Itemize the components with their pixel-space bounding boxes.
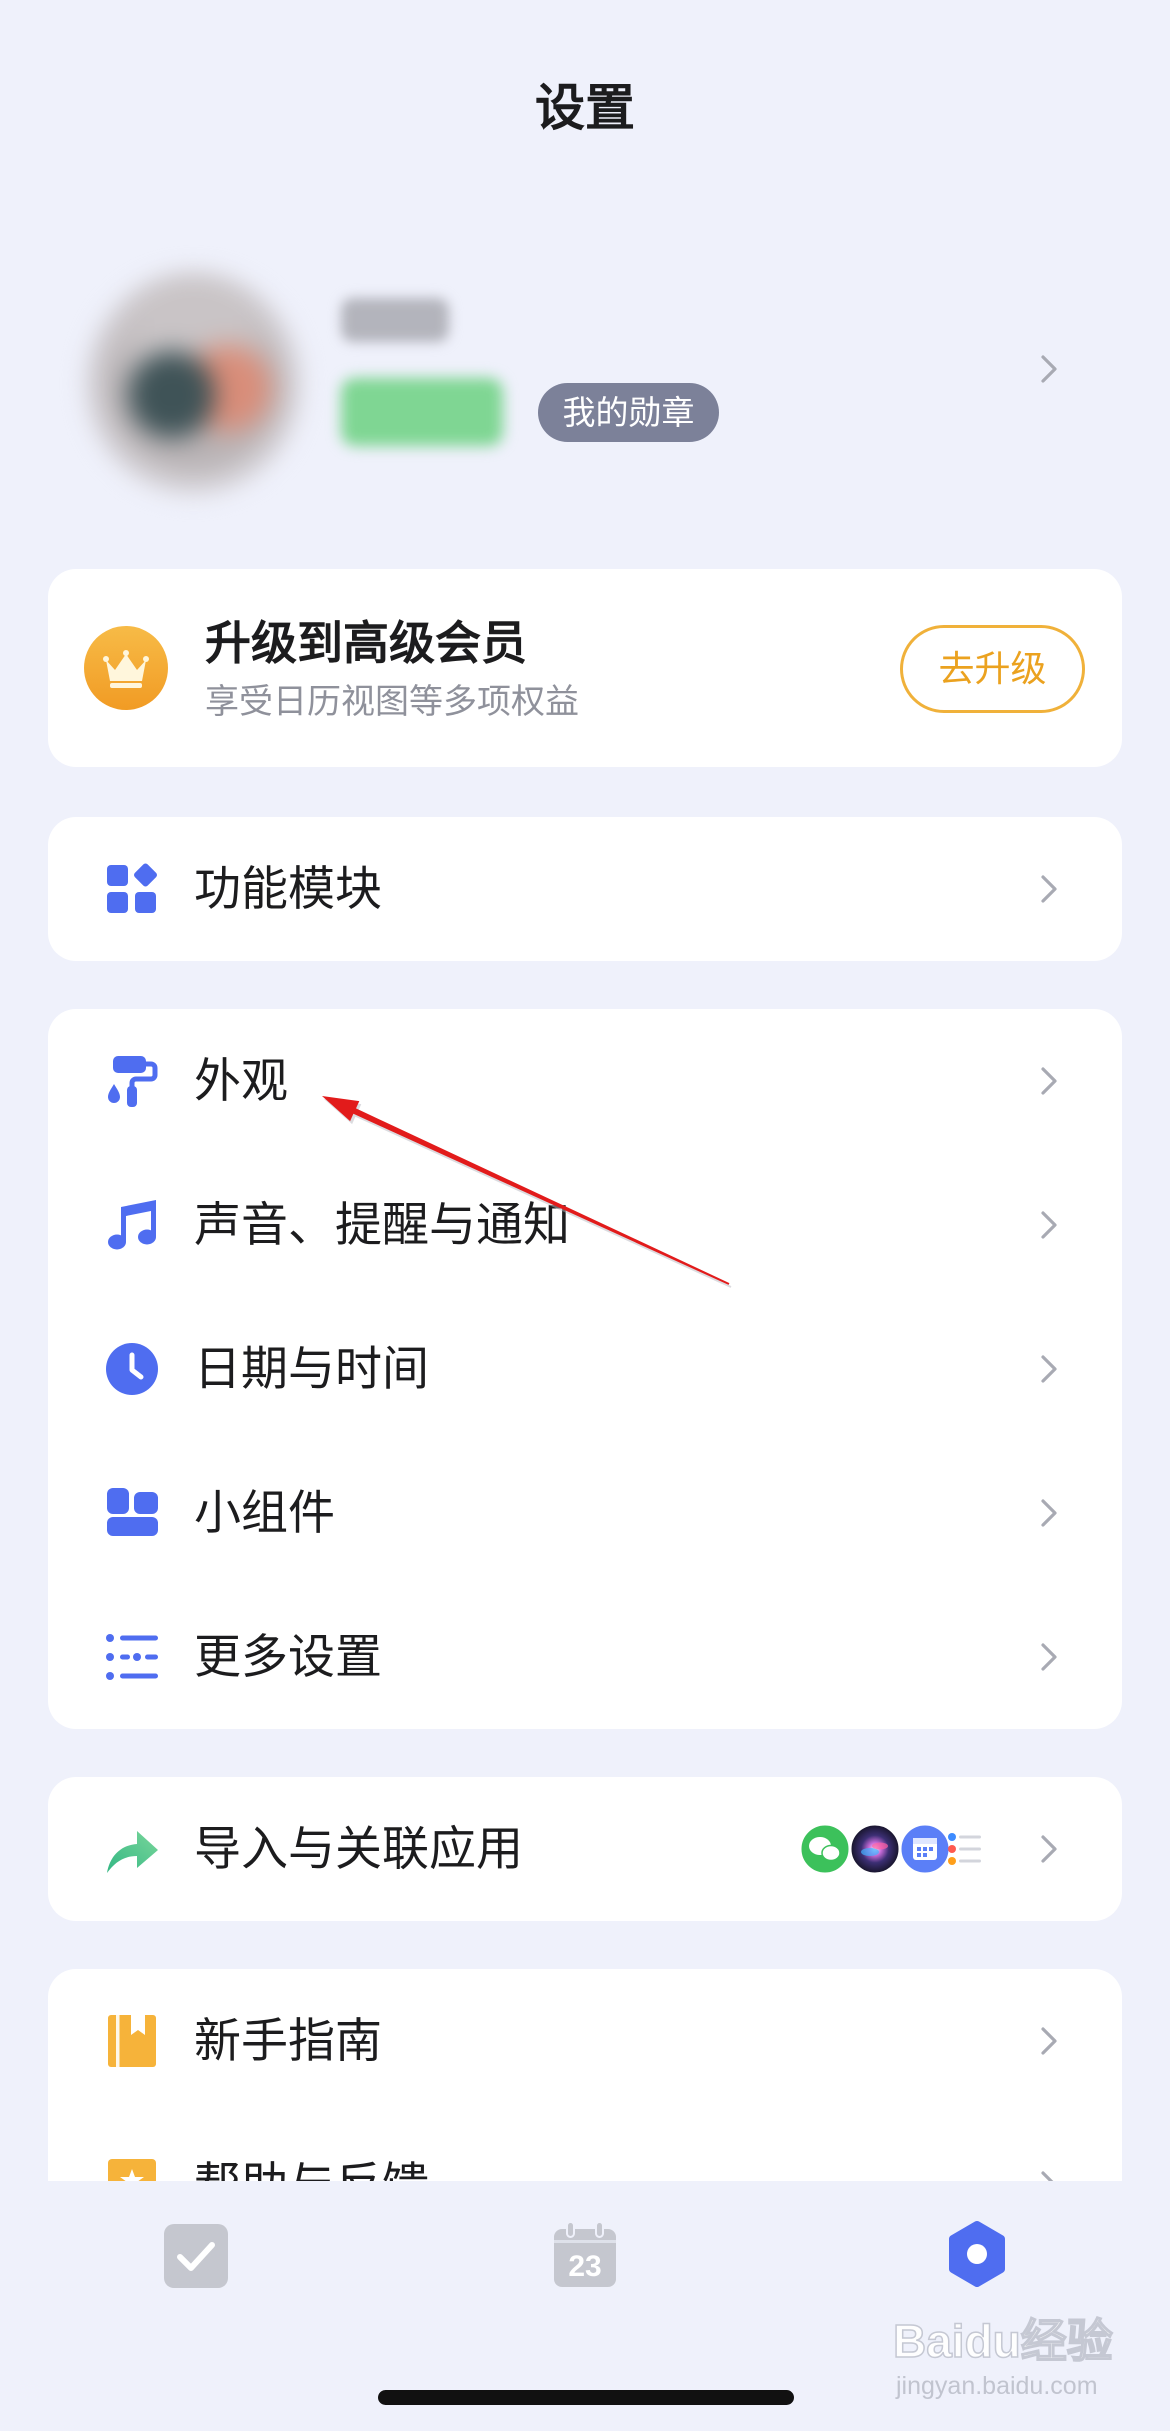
- settings-scroll-area[interactable]: 设置 我的勋章 升级到高级会员 享受日历视图等多项权益 去升级 功能模块 外观 …: [0, 0, 1170, 2181]
- upgrade-subtitle: 享受日历视图等多项权益: [205, 683, 579, 721]
- tab-calendar[interactable]: 23: [552, 2221, 618, 2287]
- chevron-right-icon: [1040, 1210, 1058, 1240]
- settings-item-more[interactable]: 更多设置: [48, 1585, 1122, 1729]
- settings-item-modules[interactable]: 功能模块: [48, 817, 1122, 961]
- settings-item-label: 功能模块: [194, 862, 382, 915]
- crown-icon: [84, 626, 168, 710]
- chevron-right-icon: [1040, 1498, 1058, 1528]
- list-icon: [104, 1629, 160, 1685]
- share-arrow-icon: [104, 1821, 160, 1877]
- grid-icon: [104, 861, 160, 917]
- avatar[interactable]: [85, 271, 302, 496]
- settings-group-import: 导入与关联应用: [48, 1777, 1122, 1921]
- music-note-icon: [104, 1197, 160, 1253]
- settings-item-date-time[interactable]: 日期与时间: [48, 1297, 1122, 1441]
- watermark-url: jingyan.baidu.com: [896, 2372, 1098, 2400]
- settings-item-label: 声音、提醒与通知: [194, 1198, 570, 1251]
- settings-item-sound-notifications[interactable]: 声音、提醒与通知: [48, 1153, 1122, 1297]
- settings-hexagon-icon: [949, 2221, 1005, 2287]
- help-star-icon: [104, 2157, 160, 2181]
- chevron-right-icon: [1040, 2026, 1058, 2056]
- siri-icon: [848, 1822, 902, 1876]
- home-indicator[interactable]: [378, 2390, 794, 2405]
- settings-item-label: 新手指南: [194, 2014, 382, 2067]
- reminders-icon: [944, 1822, 986, 1876]
- settings-item-label: 导入与关联应用: [194, 1822, 523, 1875]
- page-title: 设置: [535, 80, 635, 136]
- settings-item-label: 日期与时间: [194, 1342, 429, 1395]
- widgets-icon: [104, 1485, 160, 1541]
- clock-icon: [104, 1341, 160, 1397]
- chevron-right-icon: [1040, 1642, 1058, 1672]
- upgrade-button[interactable]: 去升级: [900, 625, 1085, 713]
- settings-group-general: 外观 声音、提醒与通知 日期与时间 小组件 更多设置: [48, 1009, 1122, 1729]
- settings-item-help-feedback[interactable]: 帮助与反馈: [48, 2113, 1122, 2181]
- chevron-right-icon: [1040, 1834, 1058, 1864]
- upgrade-title: 升级到高级会员: [205, 617, 527, 669]
- wechat-icon: [798, 1822, 852, 1876]
- profile-level-blurred: [341, 378, 503, 446]
- checkbox-icon: [164, 2224, 228, 2288]
- settings-group-modules: 功能模块: [48, 817, 1122, 961]
- settings-group-help: 新手指南 帮助与反馈: [48, 1969, 1122, 2181]
- settings-item-guide[interactable]: 新手指南: [48, 1969, 1122, 2113]
- settings-item-widgets[interactable]: 小组件: [48, 1441, 1122, 1585]
- calendar-icon: 23: [554, 2221, 616, 2287]
- tab-tasks[interactable]: [163, 2223, 229, 2289]
- calendar-date-text: 23: [568, 2250, 601, 2283]
- chevron-right-icon: [1040, 2170, 1058, 2181]
- settings-item-import-apps[interactable]: 导入与关联应用: [48, 1777, 1122, 1921]
- upgrade-card[interactable]: 升级到高级会员 享受日历视图等多项权益 去升级: [48, 569, 1122, 767]
- chevron-right-icon: [1040, 1066, 1058, 1096]
- watermark-logo: Baidu经验: [892, 2314, 1113, 2368]
- paint-roller-icon: [104, 1053, 160, 1109]
- my-medals-badge[interactable]: 我的勋章: [538, 383, 719, 442]
- settings-item-label: 更多设置: [194, 1630, 382, 1683]
- tab-settings[interactable]: [944, 2220, 1010, 2287]
- profile-row[interactable]: 我的勋章: [0, 240, 1170, 520]
- chevron-right-icon: [1040, 354, 1058, 384]
- chevron-right-icon: [1040, 874, 1058, 904]
- book-icon: [104, 2013, 160, 2069]
- chevron-right-icon: [1040, 1354, 1058, 1384]
- tab-bar: 23 Baidu经验 jingyan.baidu.com: [0, 2181, 1170, 2431]
- settings-item-label: 帮助与反馈: [194, 2113, 429, 2181]
- settings-item-label: 小组件: [194, 1486, 335, 1539]
- settings-item-label: 外观: [194, 1054, 288, 1107]
- settings-item-appearance[interactable]: 外观: [48, 1009, 1122, 1153]
- profile-name-blurred: [341, 298, 449, 342]
